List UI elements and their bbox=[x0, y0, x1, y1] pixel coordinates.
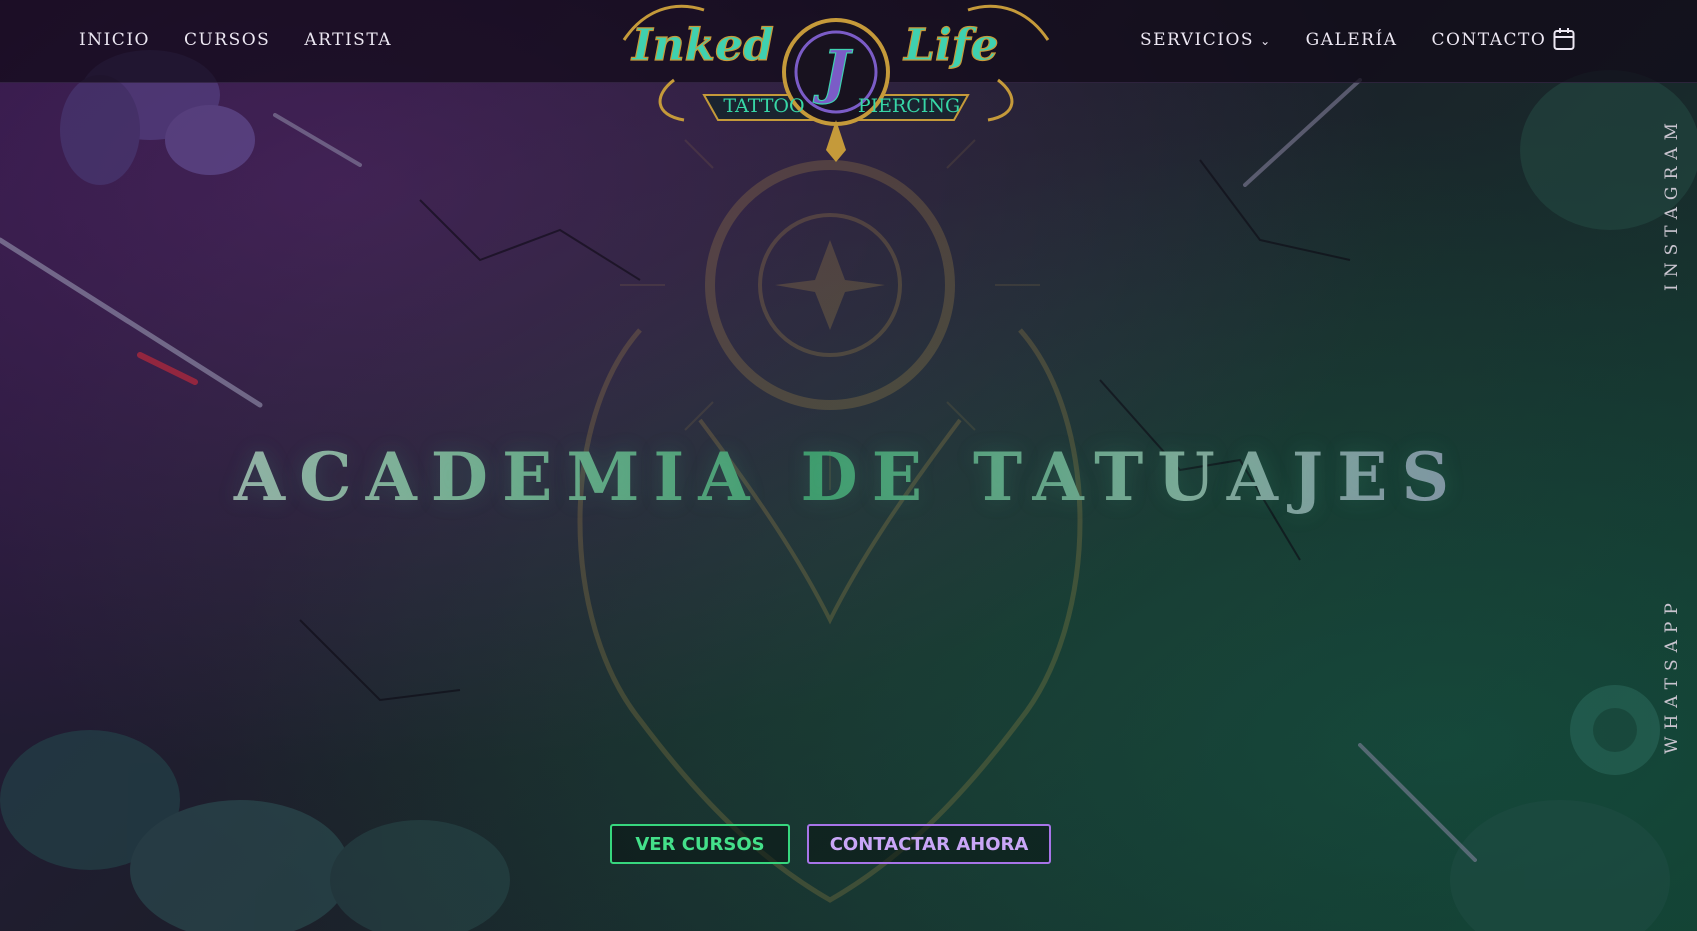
chevron-down-icon: ⌄ bbox=[1260, 33, 1272, 48]
calendar-icon[interactable] bbox=[1553, 27, 1575, 51]
logo-word-right: Life bbox=[902, 20, 999, 71]
contactar-ahora-button[interactable]: CONTACTAR AHORA bbox=[807, 824, 1051, 864]
logo-word-left: Inked bbox=[630, 20, 774, 71]
logo-sub-right: PIERCING bbox=[858, 95, 960, 117]
instagram-side-link[interactable]: INSTAGRAM bbox=[1662, 104, 1686, 304]
nav-item-artista[interactable]: ARTISTA bbox=[304, 30, 392, 50]
nav-item-contacto[interactable]: CONTACTO bbox=[1431, 30, 1546, 50]
logo-sub-left: TATTOO bbox=[723, 95, 804, 117]
nav-item-galeria[interactable]: GALERÍA bbox=[1306, 30, 1398, 50]
ver-cursos-button[interactable]: VER CURSOS bbox=[610, 824, 790, 864]
whatsapp-side-link[interactable]: WHATSAPP bbox=[1662, 578, 1686, 772]
nav-right-group: SERVICIOS ⌄ GALERÍA CONTACTO bbox=[1140, 0, 1546, 80]
nav-item-cursos[interactable]: CURSOS bbox=[184, 30, 270, 50]
brand-logo[interactable]: J Inked Life TATTOO PIERCING bbox=[614, 0, 1058, 164]
hero-title: ACADEMIA DE TATUAJES bbox=[0, 438, 1697, 516]
nav-item-servicios-label: SERVICIOS bbox=[1140, 30, 1255, 50]
nav-left-group: INICIO CURSOS ARTISTA bbox=[79, 0, 392, 80]
nav-item-servicios[interactable]: SERVICIOS ⌄ bbox=[1140, 30, 1272, 50]
nav-item-inicio[interactable]: INICIO bbox=[79, 30, 150, 50]
